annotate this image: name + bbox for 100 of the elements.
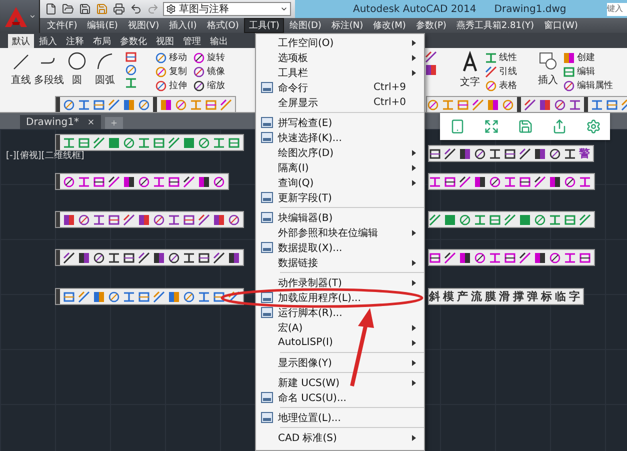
menu-item[interactable]: 动作录制器(T) — [256, 275, 424, 290]
file-tab[interactable]: Drawing1* — [20, 115, 101, 129]
tool-icon[interactable] — [519, 176, 531, 188]
menu-bar-item[interactable]: 编辑(E) — [82, 18, 123, 33]
toolbar-text-button[interactable]: 字 — [569, 290, 580, 303]
tool-icon[interactable] — [579, 252, 591, 264]
tool-icon[interactable] — [168, 176, 180, 188]
tool-icon[interactable] — [183, 176, 195, 188]
tool-icon[interactable] — [108, 252, 120, 264]
menu-bar-item[interactable]: 标注(N) — [326, 18, 368, 33]
modify-tool-button[interactable]: 旋转 — [193, 51, 225, 64]
modify-tool-button[interactable]: 镜像 — [193, 65, 225, 78]
tool-icon[interactable] — [123, 214, 135, 226]
tool-icon[interactable] — [228, 214, 240, 226]
menu-bar-item[interactable]: 修改(M) — [368, 18, 411, 33]
tool-icon[interactable] — [93, 214, 105, 226]
tool-icon[interactable] — [504, 252, 516, 264]
tool-icon[interactable] — [519, 252, 531, 264]
tool-icon[interactable] — [569, 98, 581, 110]
share-button[interactable] — [552, 119, 566, 134]
menu-bar-item[interactable]: 窗口(W) — [538, 18, 583, 33]
tool-icon[interactable] — [193, 52, 205, 64]
tool-icon[interactable] — [168, 252, 180, 264]
toolbar-text-button[interactable]: 斜 — [429, 290, 440, 303]
block-tool-button[interactable]: 编辑 — [563, 65, 613, 78]
tool-icon[interactable] — [183, 252, 195, 264]
menu-item[interactable]: 块编辑器(B) — [256, 210, 424, 225]
modify-tool-button[interactable]: 移动 — [155, 51, 187, 64]
menu-item[interactable]: CAD 标准(S) — [256, 430, 424, 445]
tool-icon[interactable] — [504, 148, 516, 160]
annotation-tool-button[interactable]: 引线 — [485, 65, 517, 78]
menu-item[interactable]: 显示图像(Y) — [256, 355, 424, 370]
tool-icon[interactable] — [183, 214, 195, 226]
tool-icon[interactable] — [153, 214, 165, 226]
tool-icon[interactable] — [444, 176, 456, 188]
undo-button[interactable] — [129, 2, 143, 16]
ribbon-tab[interactable]: 参数化 — [116, 34, 151, 48]
tool-icon[interactable] — [444, 252, 456, 264]
workspace-dropdown[interactable]: 草图与注释 — [163, 2, 291, 16]
toolbar-text-button[interactable]: 撑 — [513, 290, 524, 303]
ribbon-tab[interactable]: 输出 — [206, 34, 232, 48]
menu-bar-item[interactable]: 视图(V) — [122, 18, 164, 33]
annotation-tool-button[interactable]: 表格 — [485, 79, 517, 92]
tool-icon[interactable] — [489, 176, 501, 188]
menu-bar-item[interactable]: 工具(T) — [244, 18, 284, 33]
tool-icon[interactable] — [564, 176, 576, 188]
menu-item[interactable]: 新建 UCS(W) — [256, 375, 424, 390]
tool-icon[interactable] — [474, 176, 486, 188]
tool-icon[interactable] — [168, 214, 180, 226]
menu-item[interactable]: 工具栏 — [256, 65, 424, 80]
menu-item[interactable]: 全屏显示 Ctrl+0 — [256, 95, 424, 110]
tool-icon[interactable] — [138, 252, 150, 264]
tool-icon[interactable] — [564, 148, 576, 160]
tool-icon[interactable] — [198, 176, 210, 188]
tool-icon[interactable] — [474, 148, 486, 160]
tool-icon[interactable] — [228, 252, 240, 264]
search-field[interactable]: 键入 — [607, 2, 627, 16]
toolbar-text-button[interactable]: 流 — [471, 290, 482, 303]
tool-icon[interactable] — [108, 214, 120, 226]
tool-icon[interactable] — [93, 252, 105, 264]
ribbon-tab[interactable]: 视图 — [152, 34, 178, 48]
ribbon-tab[interactable]: 默认 — [8, 34, 34, 48]
tool-icon[interactable] — [123, 176, 135, 188]
modify-tool-button[interactable]: 复制 — [155, 65, 187, 78]
tool-icon[interactable] — [425, 64, 437, 76]
menu-item[interactable]: AutoLISP(I) — [256, 335, 424, 350]
menu-item[interactable]: 数据链接 — [256, 255, 424, 270]
print-button[interactable] — [112, 2, 126, 16]
tool-icon[interactable] — [63, 214, 75, 226]
menu-bar-item[interactable]: 燕秀工具箱2.81(Y) — [451, 18, 539, 33]
ribbon-tab[interactable]: 管理 — [179, 34, 205, 48]
tool-icon[interactable] — [78, 252, 90, 264]
tool-icon[interactable] — [524, 98, 536, 110]
modify-tool-button[interactable]: 拉伸 — [155, 79, 187, 92]
expand-button[interactable] — [484, 119, 498, 134]
toolbar-text-button[interactable]: 警 — [579, 147, 590, 160]
toolbar-text-button[interactable]: 临 — [555, 290, 566, 303]
tool-icon[interactable] — [213, 214, 225, 226]
tool-icon[interactable] — [193, 66, 205, 78]
block-tool-button[interactable]: 编辑属性 — [563, 79, 613, 92]
menu-item[interactable]: 地理位置(L)... — [256, 410, 424, 425]
menu-item[interactable]: 命令行 Ctrl+9 — [256, 80, 424, 95]
block-tool-button[interactable]: 创建 — [563, 51, 613, 64]
text-tool-button[interactable]: 文字 — [457, 51, 483, 89]
menu-item[interactable]: 宏(A) — [256, 320, 424, 335]
menu-bar-item[interactable]: 文件(F) — [42, 18, 82, 33]
draw-tool-button[interactable]: 直线 — [8, 51, 34, 87]
tool-icon[interactable] — [459, 148, 471, 160]
menu-item[interactable]: 绘图次序(D) — [256, 145, 424, 160]
tablet-button[interactable] — [450, 119, 464, 134]
tool-icon[interactable] — [459, 252, 471, 264]
tool-icon[interactable] — [534, 148, 546, 160]
draw-tool-button[interactable]: 圆 — [64, 51, 90, 87]
tool-icon[interactable] — [213, 176, 225, 188]
draw-tool-button[interactable]: 多段线 — [36, 51, 62, 87]
tool-icon[interactable] — [563, 80, 575, 92]
menu-item[interactable]: 命名 UCS(U)... — [256, 390, 424, 405]
menu-bar-item[interactable]: 格式(O) — [202, 18, 244, 33]
menu-item[interactable]: 查询(Q) — [256, 175, 424, 190]
modify-tool-button[interactable]: 缩放 — [193, 79, 225, 92]
